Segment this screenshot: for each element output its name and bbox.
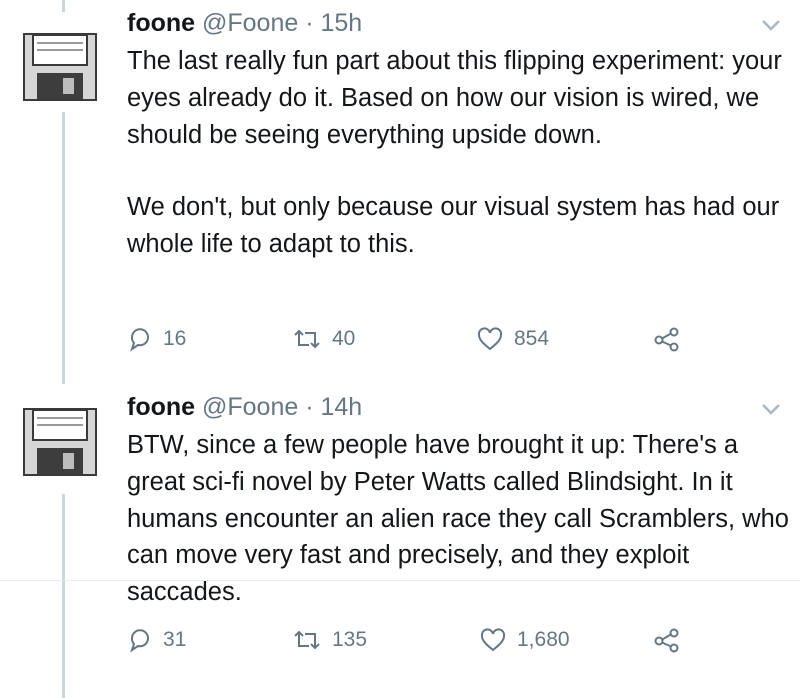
author-handle[interactable]: @Foone — [202, 9, 298, 37]
retweet-icon — [294, 329, 320, 349]
reply-count: 31 — [163, 628, 187, 651]
tweet-actions: 16 40 854 — [127, 324, 687, 354]
tweet-paragraph: We don't, but only because our visual sy… — [127, 193, 780, 259]
timestamp[interactable]: 15h — [321, 9, 363, 37]
floppy-disk-icon[interactable] — [23, 408, 97, 476]
separator-dot: · — [305, 393, 314, 421]
share-icon — [654, 327, 679, 352]
chevron-down-icon[interactable] — [760, 17, 782, 33]
reply-button[interactable]: 31 — [127, 625, 186, 655]
author-name[interactable]: foone — [127, 393, 195, 421]
reply-button[interactable]: 16 — [127, 324, 186, 354]
chevron-down-icon[interactable] — [760, 401, 782, 417]
like-count: 1,680 — [517, 628, 570, 651]
tweet-paragraph: The last really fun part about this flip… — [127, 47, 782, 149]
retweet-button[interactable]: 135 — [292, 625, 367, 655]
author-handle[interactable]: @Foone — [202, 393, 298, 421]
tweet-actions: 31 135 1,680 — [127, 625, 687, 655]
tweet[interactable]: foone @Foone · 15h The last really fun p… — [0, 7, 800, 357]
timestamp[interactable]: 14h — [321, 393, 363, 421]
tweet-text: The last really fun part about this flip… — [127, 43, 792, 263]
divider — [0, 580, 800, 581]
share-button[interactable] — [653, 324, 691, 354]
retweet-count: 135 — [332, 628, 368, 651]
tweet-text: BTW, since a few people have brought it … — [127, 427, 792, 611]
author-name[interactable]: foone — [127, 9, 195, 37]
tweet-header: foone @Foone · 15h — [127, 7, 362, 39]
separator-dot: · — [305, 9, 314, 37]
like-button[interactable]: 854 — [476, 324, 549, 354]
heart-icon — [477, 327, 503, 351]
retweet-button[interactable]: 40 — [292, 324, 355, 354]
reply-icon — [130, 328, 149, 352]
tweet-paragraph: BTW, since a few people have brought it … — [127, 431, 789, 607]
heart-icon — [480, 628, 506, 652]
reply-icon — [130, 629, 149, 653]
floppy-disk-icon[interactable] — [23, 33, 97, 101]
like-count: 854 — [514, 327, 550, 350]
retweet-count: 40 — [332, 327, 356, 350]
share-icon — [654, 628, 679, 653]
share-button[interactable] — [653, 625, 691, 655]
tweet-header: foone @Foone · 14h — [127, 391, 362, 423]
reply-count: 16 — [163, 327, 187, 350]
retweet-icon — [294, 630, 320, 650]
tweet[interactable]: foone @Foone · 14h BTW, since a few peop… — [0, 391, 800, 698]
like-button[interactable]: 1,680 — [479, 625, 570, 655]
